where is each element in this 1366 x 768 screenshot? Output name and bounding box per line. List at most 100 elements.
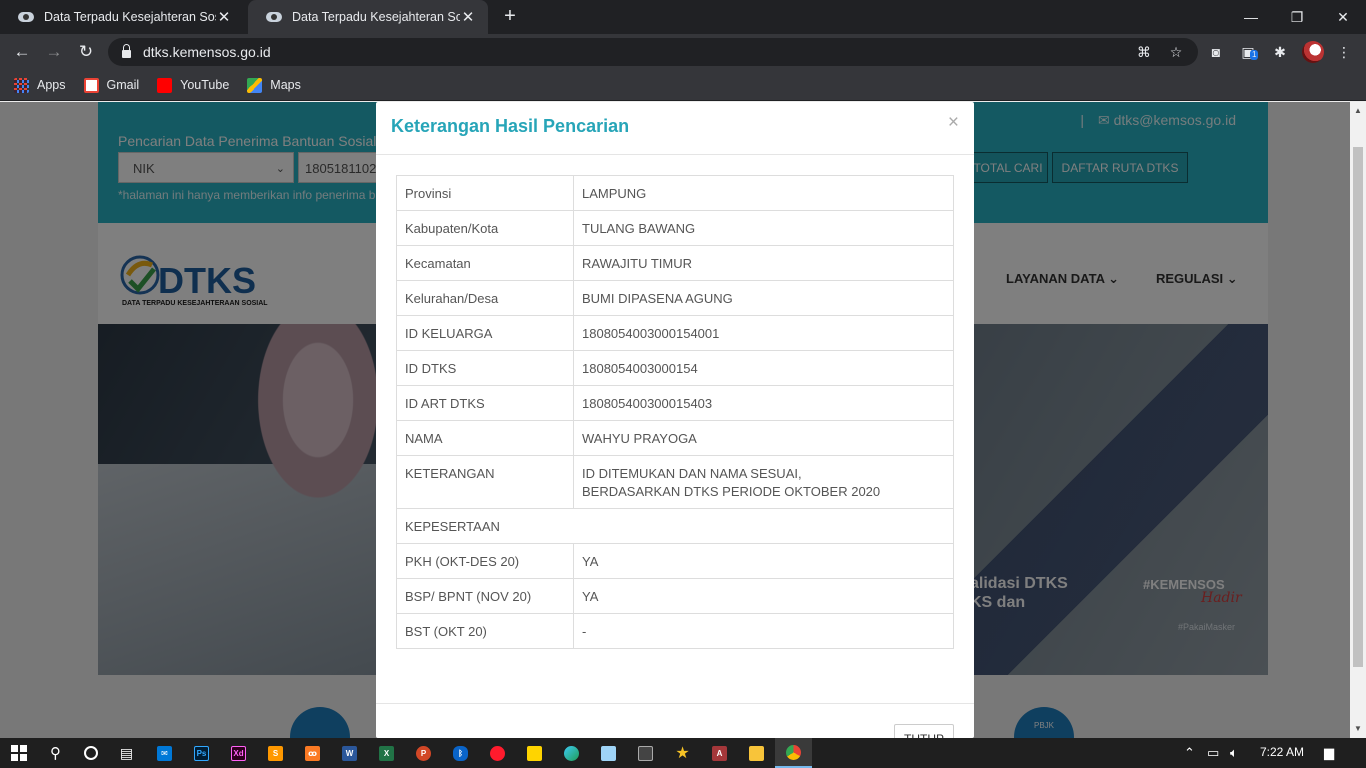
bluetooth-icon[interactable]: ᛒ — [442, 738, 479, 768]
profile-avatar[interactable] — [1302, 41, 1324, 63]
bookmark-label: Gmail — [106, 78, 140, 92]
modal-footer: TUTUP — [376, 703, 974, 738]
search-icon[interactable]: ⚲ — [37, 738, 74, 768]
table-row: Kecamatan RAWAJITU TIMUR — [396, 245, 954, 281]
extension-badge: 1 — [1250, 50, 1259, 60]
gmail-icon — [83, 77, 99, 93]
modal-header: Keterangan Hasil Pencarian × — [376, 102, 974, 155]
cortana-icon[interactable] — [72, 738, 109, 768]
back-button[interactable]: ← — [10, 40, 34, 64]
file-explorer-icon[interactable] — [738, 738, 775, 768]
windows-taskbar: ⚲ ▤ ✉ Ps Xd S ꝏ W X P ᛒ ★ A ⌃ ▭ 🔈︎ 7:22 … — [0, 738, 1366, 768]
volume-icon[interactable]: 🔈︎ — [1230, 745, 1238, 761]
tab-close-icon[interactable]: ✕ — [460, 8, 476, 26]
scroll-up-icon[interactable]: ▲ — [1354, 106, 1362, 115]
sublime-text-icon[interactable]: S — [257, 738, 294, 768]
restore-button[interactable]: ❐ — [1274, 0, 1320, 34]
camera-extension-icon[interactable]: ◙ — [1206, 42, 1226, 62]
bookmark-gmail[interactable]: Gmail — [83, 77, 140, 93]
row-label: NAMA — [396, 420, 574, 456]
row-value: 1808054003000154001 — [573, 315, 954, 351]
new-tab-button[interactable]: + — [498, 5, 522, 29]
photoshop-icon[interactable]: Ps — [183, 738, 220, 768]
adobe-xd-icon[interactable]: Xd — [220, 738, 257, 768]
bookmark-label: YouTube — [180, 78, 230, 92]
table-row-program: BSP/ BPNT (NOV 20) YA — [396, 578, 954, 614]
network-icon[interactable]: ▭ — [1207, 745, 1219, 761]
tab-2-active[interactable]: Data Terpadu Kesejahteran Sosial ✕ — [248, 0, 488, 34]
virtualbox-icon[interactable] — [590, 738, 627, 768]
scroll-thumb[interactable] — [1353, 147, 1363, 667]
table-row: ID ART DTKS 180805400300015403 — [396, 385, 954, 421]
close-window-button[interactable]: ✕ — [1320, 0, 1366, 34]
modal-title: Keterangan Hasil Pencarian — [391, 116, 630, 136]
close-icon[interactable]: × — [948, 112, 959, 134]
extensions-puzzle-icon[interactable]: ✱ — [1270, 42, 1290, 62]
row-label: Kelurahan/Desa — [396, 280, 574, 316]
keterangan-line: ID DITEMUKAN DAN NAMA SESUAI, — [582, 466, 802, 481]
section-label: KEPESERTAAN — [396, 508, 954, 544]
lock-icon — [122, 44, 131, 58]
modal-body: Provinsi LAMPUNG Kabupaten/Kota TULANG BAWA… — [376, 155, 974, 669]
table-row: NAMA WAHYU PRAYOGA — [396, 420, 954, 456]
row-value: BUMI DIPASENA AGUNG — [573, 280, 954, 316]
tab-close-icon[interactable]: ✕ — [216, 8, 232, 26]
bookmark-label: Apps — [37, 78, 66, 92]
bookmarks-bar: Apps Gmail YouTube Maps — [0, 70, 1366, 101]
forward-button[interactable]: → — [42, 40, 66, 64]
table-row: ID DTKS 1808054003000154 — [396, 350, 954, 386]
edge-icon[interactable] — [553, 738, 590, 768]
row-label: BST (OKT 20) — [396, 613, 574, 649]
row-value: TULANG BAWANG — [573, 210, 954, 246]
minimize-button[interactable]: — — [1228, 0, 1274, 34]
page-scrollbar[interactable]: ▲ ▼ — [1350, 102, 1366, 738]
taskbar-clock[interactable]: 7:22 AM — [1260, 745, 1304, 759]
powerpoint-icon[interactable]: P — [405, 738, 442, 768]
row-value: - — [573, 613, 954, 649]
word-icon[interactable]: W — [331, 738, 368, 768]
table-row: Kelurahan/Desa BUMI DIPASENA AGUNG — [396, 280, 954, 316]
star-app-icon[interactable]: ★ — [664, 738, 701, 768]
maps-icon — [247, 77, 263, 93]
tutup-button[interactable]: TUTUP — [894, 724, 954, 738]
table-row: Kabupaten/Kota TULANG BAWANG — [396, 210, 954, 246]
address-bar[interactable]: dtks.kemensos.go.id ⌘ ☆ — [108, 38, 1198, 66]
search-result-modal: Keterangan Hasil Pencarian × Provinsi LAM… — [376, 102, 974, 738]
extension-cube-icon[interactable]: ▣ 1 — [1238, 42, 1259, 62]
sticky-notes-icon[interactable] — [516, 738, 553, 768]
keterangan-line: BERDASARKAN DTKS PERIODE OKTOBER 2020 — [582, 484, 881, 499]
xampp-icon[interactable]: ꝏ — [294, 738, 331, 768]
table-row: ID KELUARGA 1808054003000154001 — [396, 315, 954, 351]
mail-app-icon[interactable]: ✉ — [146, 738, 183, 768]
bookmark-apps[interactable]: Apps — [14, 77, 66, 93]
scroll-down-icon[interactable]: ▼ — [1354, 724, 1362, 733]
row-value: YA — [573, 543, 954, 579]
opera-icon[interactable] — [479, 738, 516, 768]
browser-tab-strip: Data Terpadu Kesejahteran Sosial ✕ Data … — [0, 0, 1366, 34]
bookmark-youtube[interactable]: YouTube — [157, 77, 230, 93]
task-view-icon[interactable]: ▤ — [108, 738, 145, 768]
translate-icon[interactable]: ⌘ — [1134, 42, 1154, 62]
chrome-taskbar-icon[interactable] — [775, 738, 812, 768]
row-label: ID DTKS — [396, 350, 574, 386]
bookmark-maps[interactable]: Maps — [247, 77, 301, 93]
tray-chevron-up-icon[interactable]: ⌃ — [1184, 745, 1195, 761]
apps-grid-icon — [14, 77, 29, 93]
row-value: YA — [573, 578, 954, 614]
action-center-icon[interactable]: ▆ — [1324, 745, 1334, 761]
web-page: Pencarian Data Penerima Bantuan Sosial N… — [0, 102, 1350, 738]
row-value: 180805400300015403 — [573, 385, 954, 421]
menu-kebab-icon[interactable]: ⋮ — [1334, 42, 1354, 62]
reload-button[interactable]: ↻ — [74, 40, 98, 64]
bookmark-label: Maps — [270, 78, 301, 92]
excel-icon[interactable]: X — [368, 738, 405, 768]
bookmark-star-icon[interactable]: ☆ — [1166, 42, 1186, 62]
youtube-icon — [157, 77, 173, 93]
url-text: dtks.kemensos.go.id — [143, 44, 271, 60]
calculator-icon[interactable] — [627, 738, 664, 768]
dtks-favicon-icon — [18, 11, 36, 23]
start-button[interactable] — [0, 738, 37, 768]
tab-1[interactable]: Data Terpadu Kesejahteran Sosial ✕ — [0, 0, 244, 34]
table-row-program: PKH (OKT-DES 20) YA — [396, 543, 954, 579]
access-icon[interactable]: A — [701, 738, 738, 768]
